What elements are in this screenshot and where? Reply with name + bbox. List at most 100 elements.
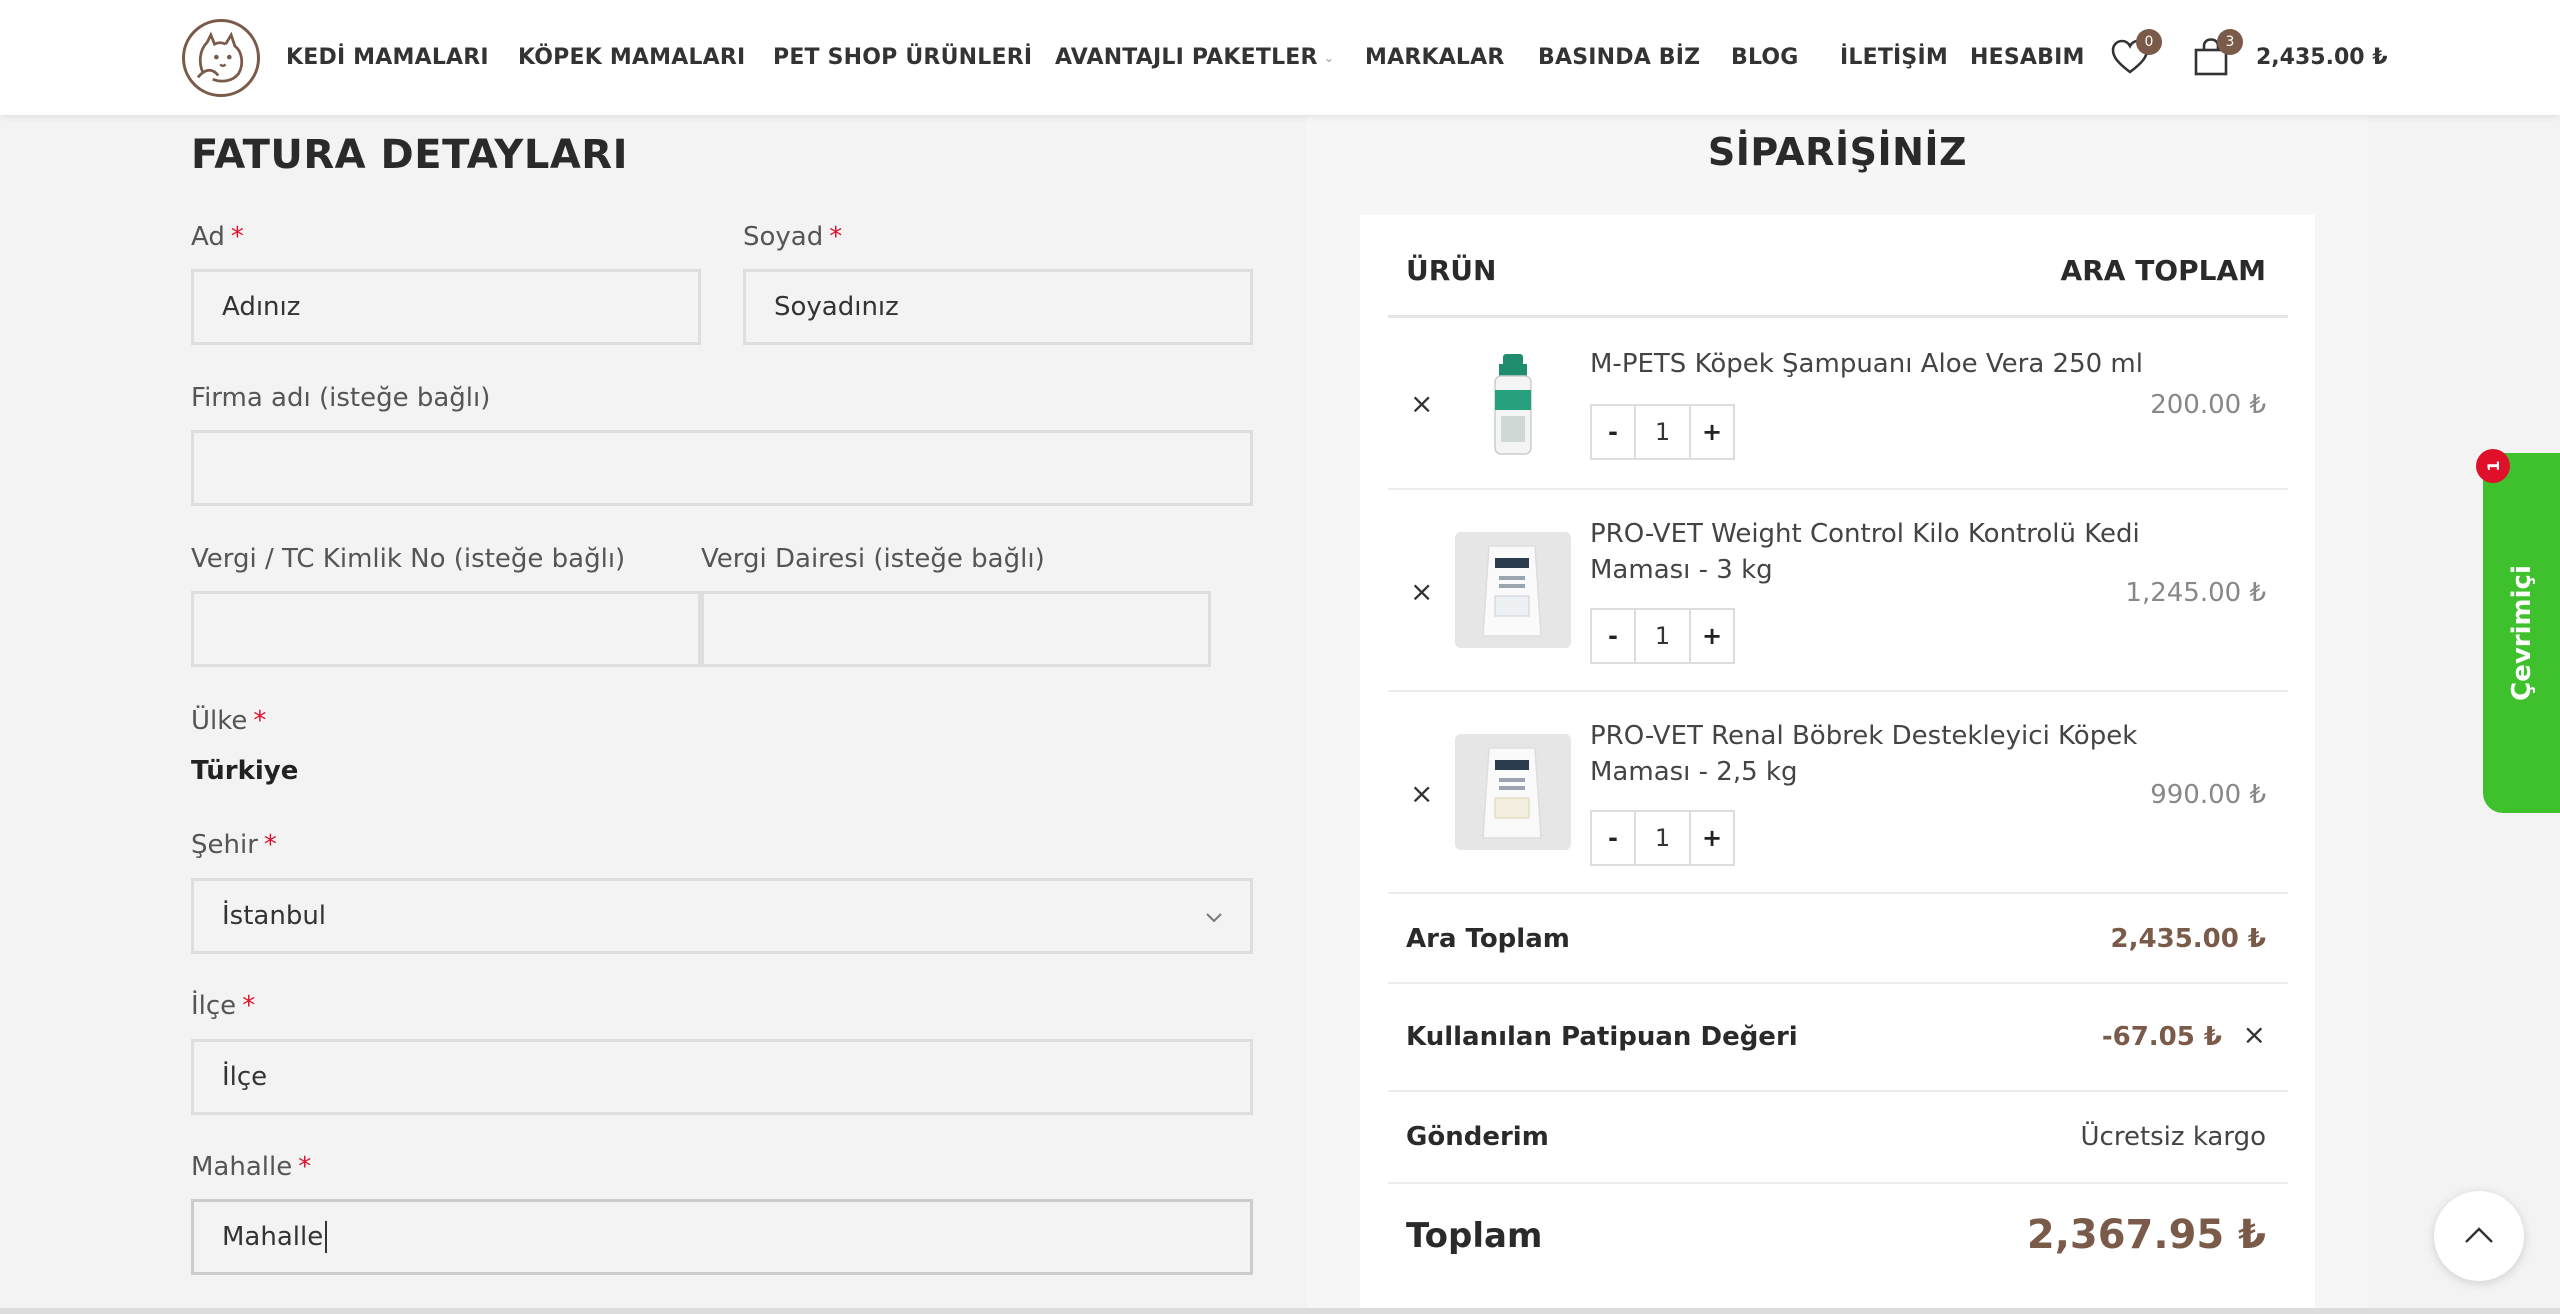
discount-label: Kullanılan Patipuan Değeri (1406, 1022, 1798, 1052)
label-text: İlçe (191, 991, 237, 1021)
qty-plus-button[interactable]: + (1691, 406, 1733, 458)
label-text: Mahalle (191, 1152, 293, 1182)
chevron-down-icon: ⌄ (1323, 50, 1334, 65)
first-name-label: Ad * (191, 222, 244, 252)
wishlist-count-badge: 0 (2136, 29, 2162, 55)
label-text: Ülke (191, 706, 248, 736)
cat-dog-logo[interactable] (182, 19, 260, 97)
food-bag-icon (1455, 734, 1571, 850)
qty-value-input[interactable]: 1 (1634, 812, 1691, 864)
subtotal-label: Ara Toplam (1406, 924, 1570, 954)
cart-button[interactable]: 3 (2189, 29, 2243, 79)
page-bottom-edge (0, 1308, 2560, 1314)
order-item-row: × PRO-VET Renal Böbrek Destekleyici Köpe… (1388, 692, 2288, 894)
scroll-to-top-button[interactable] (2434, 1191, 2524, 1281)
discount-row: Kullanılan Patipuan Değeri -67.05 ₺ × (1388, 984, 2288, 1092)
last-name-label: Soyad * (743, 222, 842, 252)
product-thumbnail[interactable] (1455, 346, 1571, 462)
city-selected-value: İstanbul (222, 901, 327, 931)
nav-blog[interactable]: BLOG (1731, 0, 1799, 115)
remove-discount-button[interactable]: × (2243, 1018, 2266, 1051)
company-label: Firma adı (isteğe bağlı) (191, 383, 491, 413)
shipping-value: Ücretsiz kargo (2080, 1122, 2267, 1152)
label-text: Soyad (743, 222, 824, 252)
qty-value-input[interactable]: 1 (1634, 406, 1691, 458)
header-cart-total[interactable]: 2,435.00 ₺ (2256, 0, 2388, 115)
quantity-stepper[interactable]: - 1 + (1590, 810, 1735, 866)
total-label: Toplam (1406, 1216, 1543, 1256)
qty-minus-button[interactable]: - (1592, 406, 1634, 458)
shampoo-bottle-icon (1494, 354, 1532, 455)
quantity-stepper[interactable]: - 1 + (1590, 404, 1735, 460)
quantity-stepper[interactable]: - 1 + (1590, 608, 1735, 664)
nav-pet-shop-urunleri[interactable]: PET SHOP ÜRÜNLERİ (773, 0, 1032, 115)
remove-item-button[interactable]: × (1410, 390, 1433, 418)
qty-plus-button[interactable]: + (1691, 610, 1733, 662)
product-name[interactable]: PRO-VET Weight Control Kilo Kontrolü Ked… (1590, 516, 2150, 588)
shipping-label: Gönderim (1406, 1122, 1549, 1152)
tax-id-input[interactable] (191, 591, 701, 667)
chat-notification-badge: 1 (2476, 449, 2510, 483)
neighborhood-input[interactable]: Mahalle (191, 1199, 1253, 1275)
product-name[interactable]: M-PETS Köpek Şampuanı Aloe Vera 250 ml (1590, 346, 2150, 382)
nav-hesabim[interactable]: HESABIM (1970, 0, 2085, 115)
neighborhood-value: Mahalle (222, 1222, 324, 1252)
live-chat-tab[interactable]: Çevrimiçi (2483, 453, 2560, 813)
qty-plus-button[interactable]: + (1691, 812, 1733, 864)
first-name-placeholder: Adınız (222, 292, 301, 322)
tax-office-label: Vergi Dairesi (isteğe bağlı) (701, 544, 1045, 574)
total-value: 2,367.95 ₺ (2026, 1212, 2266, 1258)
text-cursor (325, 1221, 328, 1253)
first-name-input[interactable]: Adınız (191, 269, 701, 345)
product-name[interactable]: PRO-VET Renal Böbrek Destekleyici Köpek … (1590, 718, 2150, 790)
order-item-row: × PRO-VET Weight Control Kilo Kontrolü K… (1388, 490, 2288, 692)
item-price: 990.00 ₺ (2150, 780, 2266, 810)
chat-status-label: Çevrimiçi (2506, 565, 2537, 701)
required-mark: * (298, 1152, 312, 1182)
company-input[interactable] (191, 430, 1253, 506)
district-placeholder: İlçe (222, 1062, 268, 1092)
city-label: Şehir * (191, 830, 277, 860)
nav-markalar[interactable]: MARKALAR (1365, 0, 1505, 115)
label-text: Ad (191, 222, 225, 252)
required-mark: * (230, 222, 244, 252)
order-item-row: × M-PETS Köpek Şampuanı Aloe Vera 250 ml… (1388, 318, 2288, 490)
district-input[interactable]: İlçe (191, 1039, 1253, 1115)
nav-kopek-mamalari[interactable]: KÖPEK MAMALARI (518, 0, 745, 115)
nav-iletisim[interactable]: İLETİŞİM (1840, 0, 1948, 115)
product-thumbnail[interactable] (1455, 532, 1571, 648)
discount-value: -67.05 ₺ (2101, 1022, 2222, 1052)
col-product: ÜRÜN (1406, 254, 1497, 287)
city-select[interactable]: İstanbul (191, 878, 1253, 954)
required-mark: * (829, 222, 843, 252)
item-price: 1,245.00 ₺ (2125, 578, 2266, 608)
country-label: Ülke * (191, 706, 266, 736)
last-name-input[interactable]: Soyadınız (743, 269, 1253, 345)
nav-kedi-mamalari[interactable]: KEDİ MAMALARI (286, 0, 489, 115)
label-text: Şehir (191, 830, 258, 860)
tax-id-label: Vergi / TC Kimlik No (isteğe bağlı) (191, 544, 626, 574)
shipping-row: Gönderim Ücretsiz kargo (1388, 1092, 2288, 1184)
total-row: Toplam 2,367.95 ₺ (1388, 1184, 2288, 1294)
product-thumbnail[interactable] (1455, 734, 1571, 850)
nav-avantajli-paketler[interactable]: AVANTAJLI PAKETLER ⌄ (1055, 0, 1334, 115)
remove-item-button[interactable]: × (1410, 578, 1433, 606)
wishlist-button[interactable]: 0 (2108, 29, 2162, 79)
country-value: Türkiye (191, 756, 299, 786)
subtotal-row: Ara Toplam 2,435.00 ₺ (1388, 894, 2288, 984)
order-table-header: ÜRÜN ARA TOPLAM (1388, 220, 2288, 318)
site-header: KEDİ MAMALARI KÖPEK MAMALARI PET SHOP ÜR… (0, 0, 2560, 115)
billing-title: FATURA DETAYLARI (191, 132, 628, 178)
chevron-down-icon (1206, 913, 1222, 923)
required-mark: * (263, 830, 277, 860)
col-subtotal: ARA TOPLAM (2060, 254, 2266, 287)
tax-office-input[interactable] (701, 591, 1211, 667)
nav-basinda-biz[interactable]: BASINDA BİZ (1538, 0, 1700, 115)
qty-value-input[interactable]: 1 (1634, 610, 1691, 662)
qty-minus-button[interactable]: - (1592, 812, 1634, 864)
qty-minus-button[interactable]: - (1592, 610, 1634, 662)
chevron-up-icon (2465, 1227, 2493, 1243)
order-title: SİPARİŞİNİZ (1707, 130, 1968, 174)
remove-item-button[interactable]: × (1410, 780, 1433, 808)
cart-count-badge: 3 (2217, 29, 2243, 55)
